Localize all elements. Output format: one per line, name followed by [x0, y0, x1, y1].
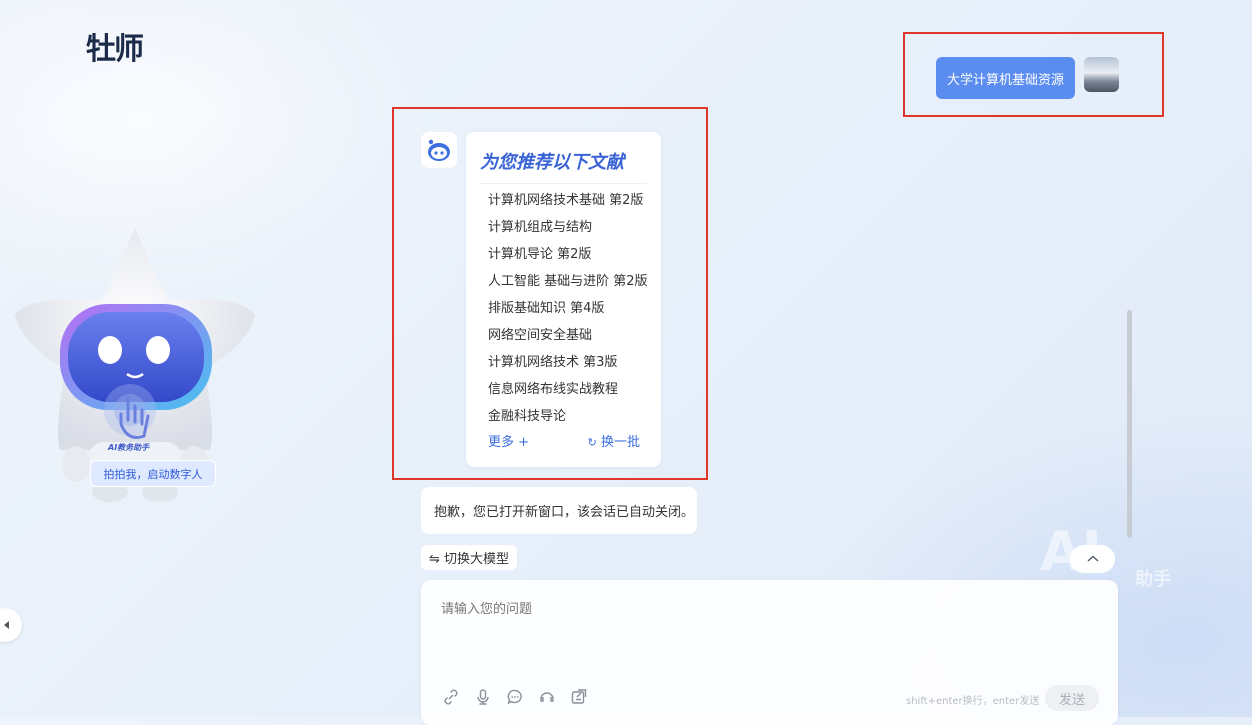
microphone-icon[interactable]	[473, 687, 493, 707]
switch-model-button[interactable]: ⇋ 切换大模型	[421, 545, 518, 570]
question-input[interactable]	[439, 596, 1083, 660]
link-icon[interactable]	[441, 687, 461, 707]
background-assistant-text: 助手	[1135, 569, 1171, 590]
chat-icon[interactable]	[505, 687, 525, 707]
chevron-up-icon	[1086, 555, 1099, 562]
shortcut-hint: shift+enter换行，enter发送	[906, 696, 1040, 707]
composer-panel: shift+enter换行，enter发送 发送	[421, 580, 1118, 725]
expand-sidebar-button[interactable]	[0, 608, 22, 642]
brand-logo: 牡师	[86, 32, 144, 67]
start-digital-human-button[interactable]: 拍拍我，启动数字人	[90, 460, 216, 487]
highlight-box-user	[903, 32, 1164, 117]
caret-left-icon	[4, 621, 9, 629]
highlight-box-card	[392, 107, 708, 480]
session-closed-notice: 抱歉，您已打开新窗口，该会话已自动关闭。	[421, 487, 697, 534]
send-button[interactable]: 发送	[1045, 685, 1099, 711]
robot-badge: AI教务助手	[108, 443, 150, 452]
collapse-button[interactable]	[1070, 545, 1115, 573]
chat-scrollbar[interactable]	[1127, 310, 1132, 538]
headset-icon[interactable]	[537, 687, 557, 707]
share-icon[interactable]	[569, 687, 589, 707]
notice-text: 抱歉，您已打开新窗口，该会话已自动关闭。	[434, 505, 695, 520]
